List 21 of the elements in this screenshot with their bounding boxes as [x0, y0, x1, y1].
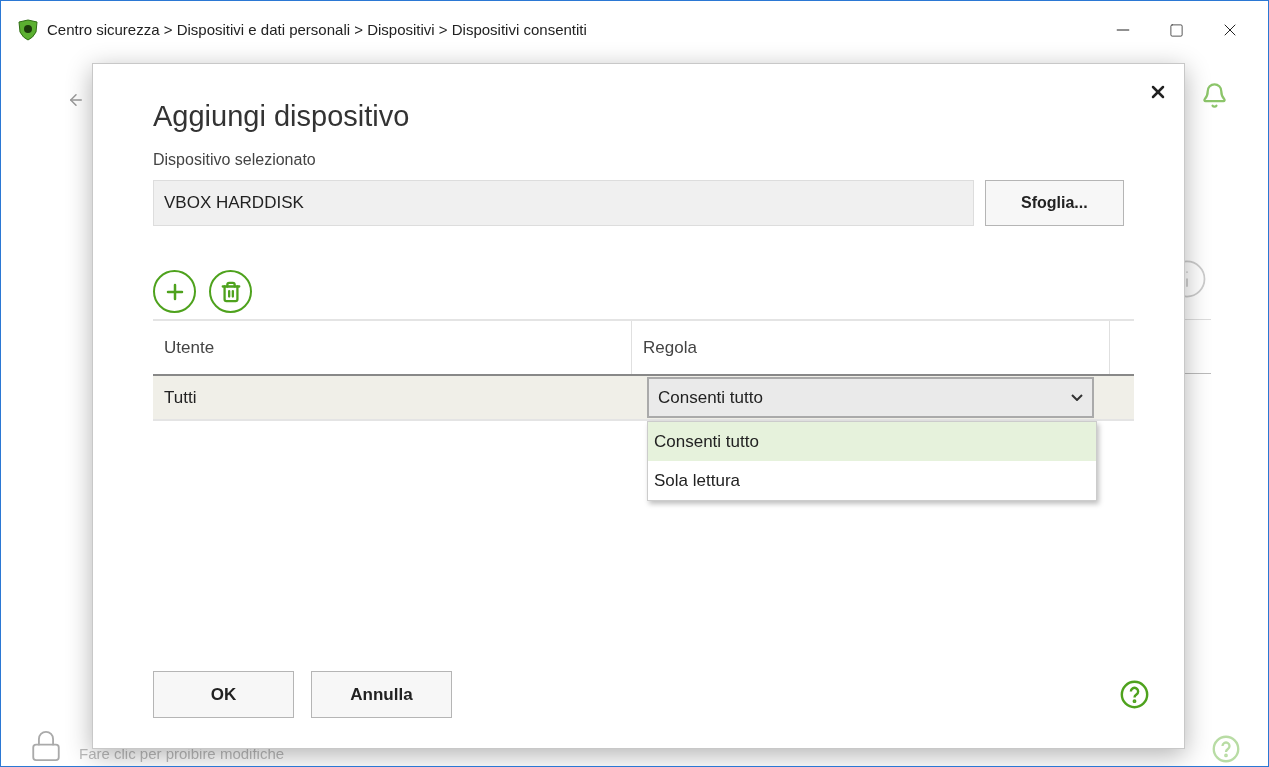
ok-button[interactable]: OK — [153, 671, 294, 718]
rule-dropdown[interactable]: Consenti tutto — [647, 377, 1094, 418]
help-icon[interactable] — [1120, 680, 1149, 709]
field-label: Dispositivo selezionato — [153, 150, 317, 170]
device-field[interactable]: VBOX HARDDISK — [153, 180, 974, 226]
dropdown-option[interactable]: Sola lettura — [648, 461, 1096, 500]
table-cell-text: Tutti — [163, 386, 198, 409]
bell-icon[interactable] — [1201, 82, 1228, 109]
add-icon[interactable] — [153, 270, 196, 313]
window-title: Centro sicurezza > Dispositivi e dati personali > Dispositivi > Dispositivi consentiti — [47, 19, 587, 40]
column-header: Utente — [163, 336, 216, 359]
trash-icon[interactable] — [209, 270, 252, 313]
caret-icon — [1071, 394, 1083, 401]
cancel-button[interactable]: Annulla — [311, 671, 452, 718]
column-header: Regola — [642, 336, 698, 359]
lock-icon[interactable] — [29, 729, 63, 763]
maximize-icon[interactable] — [1169, 22, 1184, 38]
dialog-title: Aggiungi dispositivo — [153, 99, 411, 134]
browse-button[interactable]: Sfoglia... — [984, 180, 1124, 226]
dropdown-option[interactable]: Consenti tutto — [648, 422, 1096, 461]
app-logo-icon — [17, 19, 39, 41]
